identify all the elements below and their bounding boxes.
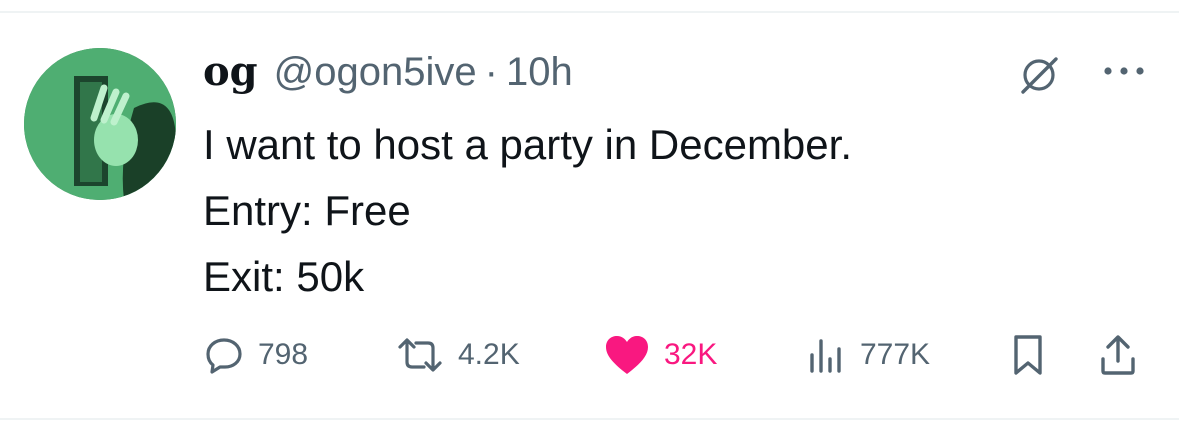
bottom-divider xyxy=(0,418,1179,420)
separator-dot: · xyxy=(484,50,498,94)
bookmark-icon xyxy=(1008,333,1048,377)
more-icon[interactable] xyxy=(1102,64,1146,78)
like-count: 32K xyxy=(664,338,718,371)
tweet-line-1: I want to host a party in December. xyxy=(203,121,852,168)
repost-count: 4.2K xyxy=(458,338,520,371)
repost-button[interactable]: 4.2K xyxy=(396,330,520,380)
avatar[interactable] xyxy=(24,48,176,200)
top-divider xyxy=(0,11,1179,13)
grok-icon[interactable] xyxy=(1018,54,1060,96)
tweet-line-2: Entry: Free xyxy=(203,187,411,234)
share-button[interactable] xyxy=(1098,330,1138,380)
repost-icon xyxy=(396,335,444,375)
display-name[interactable]: og xyxy=(203,48,258,95)
bookmark-button[interactable] xyxy=(1008,330,1048,380)
like-button[interactable]: 32K xyxy=(604,330,717,380)
timestamp[interactable]: 10h xyxy=(506,50,573,95)
user-handle[interactable]: @ogon5ive xyxy=(274,50,477,95)
views-icon xyxy=(806,335,846,375)
views-count: 777K xyxy=(860,338,931,371)
tweet-header: og @ogon5ive · 10h xyxy=(203,48,573,104)
tweet-line-3: Exit: 50k xyxy=(203,253,365,300)
views-button[interactable]: 777K xyxy=(806,330,930,380)
reply-icon xyxy=(204,335,244,375)
reply-count: 798 xyxy=(258,338,309,371)
tweet-text: I want to host a party in December. Entr… xyxy=(203,112,1143,310)
share-icon xyxy=(1098,333,1138,377)
heart-icon xyxy=(604,334,650,376)
action-bar: 798 4.2K 32K 777K xyxy=(0,330,1179,380)
reply-button[interactable]: 798 xyxy=(204,330,308,380)
